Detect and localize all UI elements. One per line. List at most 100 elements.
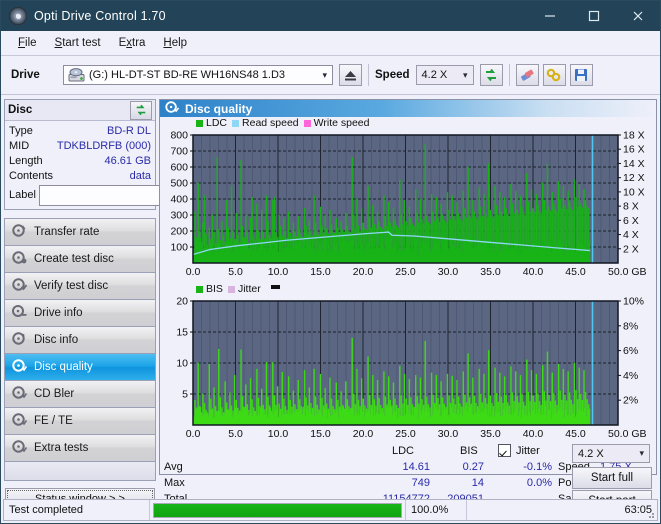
svg-text:40.0: 40.0 [523, 428, 544, 440]
svg-text:20.0: 20.0 [353, 266, 374, 278]
chevron-down-icon: ▾ [322, 69, 327, 80]
svg-text:50.0 GB: 50.0 GB [608, 428, 647, 440]
disc-fete-icon [12, 413, 28, 429]
sidebar-item-create-test-disc[interactable]: Create test disc [5, 246, 155, 273]
disc-panel-title: Disc [8, 104, 33, 116]
sidebar-item-label: Create test disc [34, 253, 114, 265]
svg-text:20: 20 [176, 296, 188, 308]
svg-text:100: 100 [170, 242, 188, 254]
svg-text:35.0: 35.0 [480, 266, 501, 278]
svg-text:2%: 2% [623, 395, 638, 407]
disc-row-mid-value: TDKBLDRFB (000) [56, 139, 151, 152]
svg-text:200: 200 [170, 226, 188, 238]
svg-text:400: 400 [170, 194, 188, 206]
speed-select-bottom[interactable]: 4.2 X ▾ [572, 444, 650, 463]
svg-text:500: 500 [170, 178, 188, 190]
tools-icon[interactable] [542, 64, 566, 86]
speed-select-value: 4.2 X [578, 447, 604, 460]
menu-extra[interactable]: Extra [110, 34, 155, 52]
svg-text:0.0: 0.0 [186, 428, 201, 440]
drive-label: Drive [11, 69, 40, 81]
menu-file[interactable]: FFileile [9, 34, 46, 52]
chart-ldc: 100 200 300 400 500 600 700 800 2 X 4 X 6 X 8 X 10 X… [160, 129, 656, 281]
disc-quality-panel: Disc quality LDC Read speed Write speed [159, 99, 657, 512]
svg-text:8%: 8% [623, 320, 638, 332]
disc-info-icon [12, 332, 27, 348]
sidebar-item-label: Extra tests [34, 442, 89, 454]
svg-text:30.0: 30.0 [438, 266, 459, 278]
close-icon[interactable] [616, 1, 660, 31]
jitter-avg: -0.1% [523, 461, 552, 473]
disc-row-contents-value: data [129, 169, 151, 182]
sidebar-item-extra-tests[interactable]: Extra tests [5, 435, 155, 462]
disc-label-row: Label [9, 184, 241, 206]
drive-value: (G:) HL-DT-ST BD-RE WH16NS48 1.D3 [89, 69, 286, 81]
svg-text:25.0: 25.0 [395, 428, 416, 440]
svg-text:14 X: 14 X [623, 158, 645, 170]
disc-info-rows: Type BD-R DL MID TDKBLDRFB (000) Length … [5, 121, 241, 209]
chart-bis: 5 10 15 20 2% 4% 6% 8% 10% 0.0 5.0 10.0 15.0 20.0 25.0… [160, 295, 656, 443]
start-full-button[interactable]: Start full [572, 467, 652, 489]
disc-row-length-key: Length [9, 154, 43, 167]
svg-text:6%: 6% [623, 345, 638, 357]
sidebar-item-transfer-rate[interactable]: Transfer rate [5, 219, 155, 246]
eraser-icon[interactable] [515, 64, 539, 86]
application-window: Opti Drive Control 1.70 FFileile Start t… [0, 0, 661, 524]
resize-grip-icon[interactable] [645, 509, 655, 519]
speed-select[interactable]: 4.2 X ▾ [415, 65, 474, 85]
svg-text:45.0: 45.0 [565, 266, 586, 278]
legend-swatch-bis [196, 285, 203, 293]
drive-info-icon [12, 305, 27, 321]
app-disc-icon [9, 7, 27, 25]
stats-row-max: Max [164, 477, 185, 489]
chevron-down-icon: ▾ [639, 448, 644, 458]
maximize-icon[interactable] [572, 1, 616, 31]
sidebar-item-label: Transfer rate [34, 226, 100, 238]
sidebar-item-label: Verify test disc [34, 280, 109, 292]
refresh-icon[interactable] [130, 100, 152, 120]
sidebar-item-disc-quality[interactable]: Disc quality [5, 354, 155, 381]
menu-start-test[interactable]: Start test [46, 34, 110, 52]
disc-row-type-key: Type [9, 124, 33, 137]
disc-row-contents-key: Contents [9, 169, 54, 182]
jitter-marker-icon [270, 284, 280, 289]
svg-text:5.0: 5.0 [228, 266, 243, 278]
elapsed-time: 63:05 [624, 504, 652, 516]
chart1-legend: LDC Read speed Write speed [160, 117, 656, 129]
svg-text:16 X: 16 X [623, 144, 645, 156]
menu-help[interactable]: Help [154, 34, 196, 52]
legend-label-jitter: Jitter [237, 283, 261, 295]
toolbar-divider [368, 64, 369, 86]
legend-label-ldc: LDC [206, 117, 228, 129]
svg-text:10: 10 [176, 358, 188, 370]
stats-col-ldc: LDC [392, 445, 415, 457]
jitter-label: Jitter [516, 445, 540, 457]
nav-filler [5, 462, 155, 481]
jitter-checkbox[interactable] [498, 444, 511, 460]
legend-label-read-speed: Read speed [242, 117, 299, 129]
svg-text:5: 5 [182, 389, 188, 401]
legend-swatch-jitter [227, 285, 235, 293]
sidebar-item-drive-info[interactable]: Drive info [5, 300, 155, 327]
save-icon[interactable] [569, 64, 593, 86]
drive-select[interactable]: (G:) HL-DT-ST BD-RE WH16NS48 1.D3 ▾ [63, 65, 333, 85]
legend-label-bis: BIS [206, 283, 223, 295]
sidebar-item-disc-info[interactable]: Disc info [5, 327, 155, 354]
sidebar-item-verify-test-disc[interactable]: Verify test disc [5, 273, 155, 300]
svg-text:300: 300 [170, 210, 188, 222]
disc-transfer-icon [12, 224, 27, 240]
speed-value: 4.2 X [421, 69, 448, 81]
eject-icon[interactable] [339, 64, 362, 86]
sidebar-item-cd-bler[interactable]: CD Bler [5, 381, 155, 408]
disc-verify-icon [12, 278, 28, 294]
title-bar: Opti Drive Control 1.70 [1, 1, 660, 31]
stats-avg-ldc: 14.61 [402, 461, 430, 473]
minimize-icon[interactable] [528, 1, 572, 31]
sidebar-item-label: Disc quality [34, 361, 93, 373]
sidebar-item-fe-te[interactable]: FE / TE [5, 408, 155, 435]
refresh-icon[interactable] [479, 64, 503, 86]
svg-text:45.0: 45.0 [565, 428, 586, 440]
legend-swatch-ldc [196, 119, 203, 127]
legend-label-write-speed: Write speed [313, 117, 370, 129]
disc-row-mid: MID TDKBLDRFB (000) [9, 138, 151, 153]
